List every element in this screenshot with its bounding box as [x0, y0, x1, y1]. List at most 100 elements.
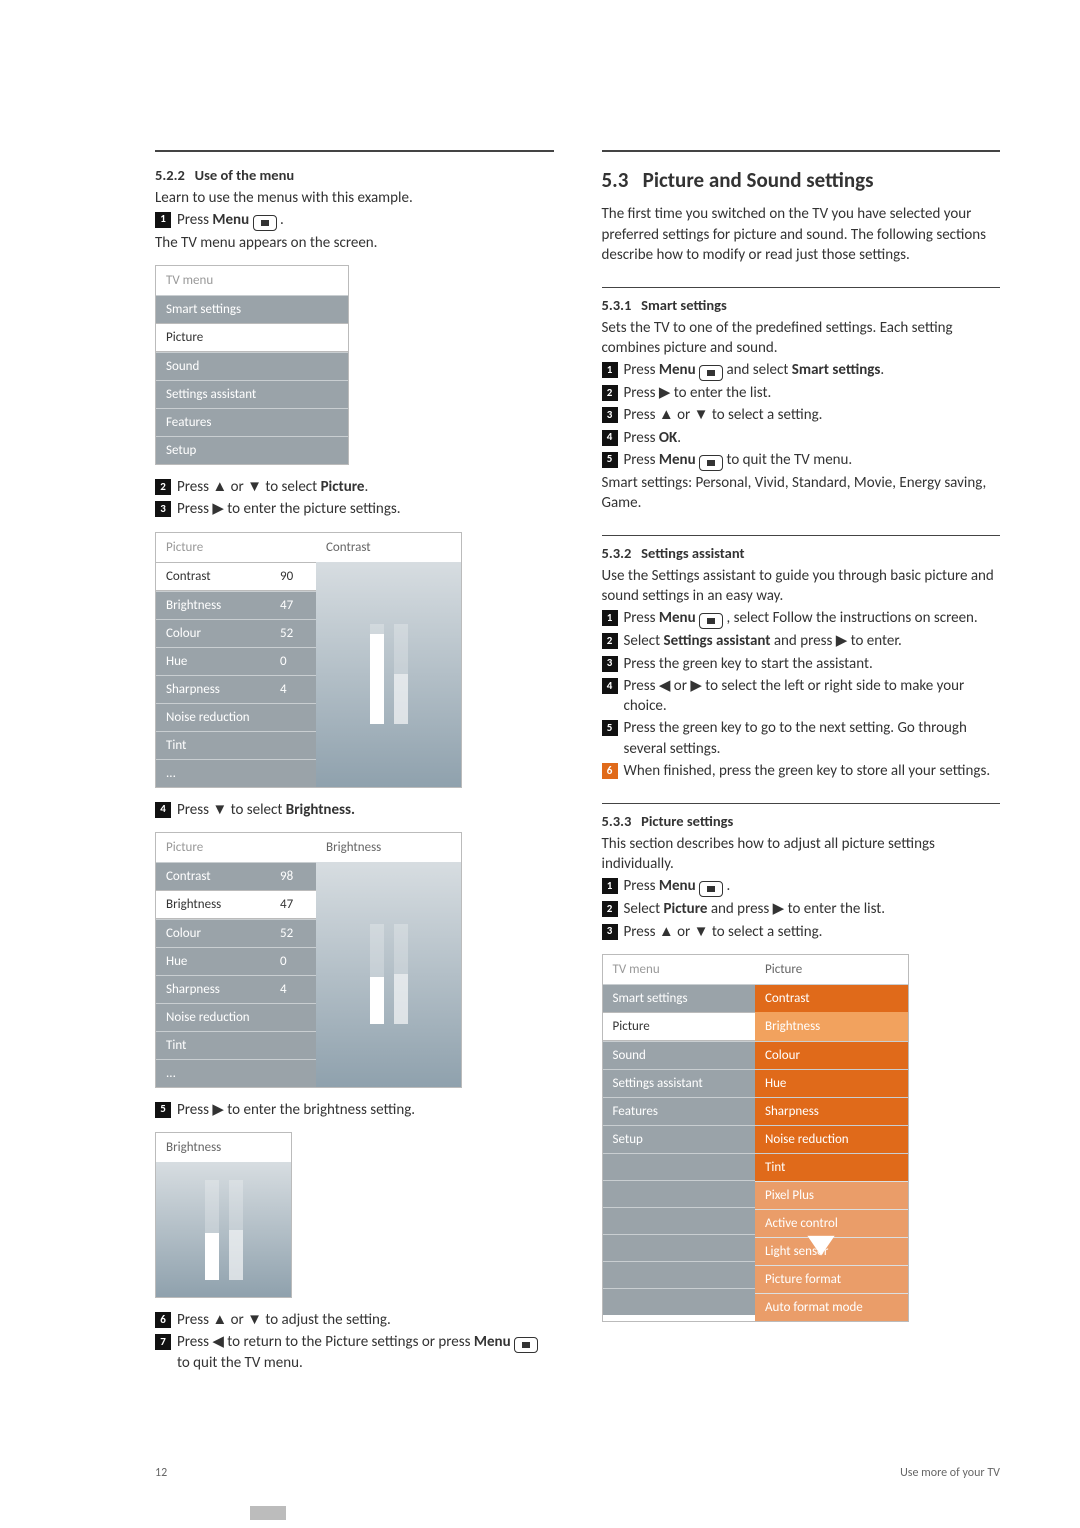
tv-menu-item[interactable]: Smart settings [156, 295, 348, 323]
step-badge-1: 1 [602, 362, 618, 378]
tv-menu-item-empty [603, 1153, 756, 1180]
step-badge-7: 7 [155, 1334, 171, 1350]
step-text: Press the green key to start the assista… [624, 654, 1001, 674]
step-text: Press ◀ or ▶ to select the left or right… [624, 676, 1001, 717]
step-text: Select Settings assistant and press ▶ to… [624, 631, 1001, 651]
setting-row[interactable]: Hue0 [156, 647, 316, 675]
tv-menu-item-selected[interactable]: Picture [156, 323, 348, 352]
tv-menu-item[interactable]: Features [156, 408, 348, 436]
menu-icon [699, 365, 723, 381]
section-intro: Sets the TV to one of the predefined set… [602, 318, 1001, 359]
picture-item[interactable]: Noise reduction [755, 1125, 908, 1153]
tv-menu-item-empty [603, 1207, 756, 1234]
setting-row[interactable]: Sharpness4 [156, 975, 316, 1003]
setting-row-selected[interactable]: Contrast90 [156, 562, 316, 591]
level-bar-current[interactable] [205, 1180, 219, 1280]
tv-menu-title: TV menu [156, 266, 348, 295]
picture-item-selected[interactable]: Brightness [755, 1012, 908, 1041]
section-intro: The first time you switched on the TV yo… [602, 204, 1001, 265]
picture-item[interactable]: Sharpness [755, 1097, 908, 1125]
setting-row[interactable]: Noise reduction [156, 703, 316, 731]
picture-item[interactable]: Tint [755, 1153, 908, 1181]
step-1: 1Press Menu , select Follow the instruct… [602, 608, 1001, 629]
setting-row[interactable]: Tint [156, 731, 316, 759]
step-text: Press OK. [624, 428, 1001, 448]
level-bar-reference [394, 924, 408, 1024]
setting-row[interactable]: Hue0 [156, 947, 316, 975]
picture-submenu-col: Picture Contrast Brightness Colour Hue S… [755, 955, 908, 1321]
step-2: 2Select Picture and press ▶ to enter the… [602, 899, 1001, 919]
step-3: 3Press the green key to start the assist… [602, 654, 1001, 674]
setting-row[interactable]: Sharpness4 [156, 675, 316, 703]
picture-item[interactable]: Active control [755, 1209, 908, 1237]
setting-row[interactable]: Contrast98 [156, 862, 316, 890]
tv-menu-item[interactable]: Features [603, 1097, 756, 1125]
step-text: Press Menu and select Smart settings. [624, 360, 1001, 381]
step-7: 7 Press ◀ to return to the Picture setti… [155, 1332, 554, 1373]
tv-menu-item[interactable]: Sound [156, 352, 348, 380]
step-badge-3: 3 [155, 501, 171, 517]
step-badge-2: 2 [155, 479, 171, 495]
tv-menu-item[interactable]: Settings assistant [156, 380, 348, 408]
step-text: Press the green key to go to the next se… [624, 718, 1001, 759]
step-text: Press ▶ to enter the list. [624, 383, 1001, 403]
step-1: 1 Press Menu . [155, 210, 554, 231]
level-bars [316, 862, 461, 1087]
picture-item[interactable]: Auto format mode [755, 1293, 908, 1321]
step-3: 3 Press ▶ to enter the picture settings. [155, 499, 554, 519]
tv-menu-item[interactable]: Settings assistant [603, 1069, 756, 1097]
setting-row[interactable]: Brightness47 [156, 591, 316, 619]
section-number: 5.3.1 [602, 296, 632, 314]
step-4: 4Press OK. [602, 428, 1001, 448]
smart-settings-list: Smart settings: Personal, Vivid, Standar… [602, 473, 1001, 514]
section-title: Settings assistant [641, 544, 744, 562]
section-title: Smart settings [641, 296, 727, 314]
step-badge-1: 1 [155, 212, 171, 228]
tv-menu-item[interactable]: Setup [603, 1125, 756, 1153]
step-badge-6-orange: 6 [602, 763, 618, 779]
picture-item[interactable]: Picture format [755, 1265, 908, 1293]
right-column: 5.3 Picture and Sound settings The first… [602, 150, 1001, 1376]
section-intro: Learn to use the menus with this example… [155, 188, 554, 208]
level-bar-current[interactable] [370, 924, 384, 1024]
step-1: 1Press Menu . [602, 876, 1001, 897]
divider [602, 535, 1001, 536]
section-number: 5.3 [602, 167, 629, 193]
step-badge-4: 4 [602, 678, 618, 694]
panel-title-right: Contrast [316, 533, 461, 562]
tv-menu-item-selected[interactable]: Picture [603, 1012, 756, 1041]
step-text: Press Menu to quit the TV menu. [624, 450, 1001, 471]
section-title: Use of the menu [195, 166, 295, 184]
step-2: 2Press ▶ to enter the list. [602, 383, 1001, 403]
step-badge-1: 1 [602, 878, 618, 894]
section-intro: This section describes how to adjust all… [602, 834, 1001, 875]
section-5-2-2-heading: 5.2.2 Use of the menu [155, 166, 554, 186]
tv-menu-item[interactable]: Sound [603, 1041, 756, 1069]
panel-title-left: TV menu [603, 955, 756, 984]
picture-item[interactable]: Colour [755, 1041, 908, 1069]
bar-column: Brightness [316, 833, 461, 1087]
setting-row[interactable]: Tint [156, 1031, 316, 1059]
step-6: 6When finished, press the green key to s… [602, 761, 1001, 781]
menu-icon [514, 1337, 538, 1353]
brightness-panel: Brightness [155, 1132, 292, 1298]
setting-row-selected[interactable]: Brightness47 [156, 890, 316, 919]
section-5-3-2-heading: 5.3.2 Settings assistant [602, 544, 1001, 564]
picture-item[interactable]: Contrast [755, 984, 908, 1012]
setting-row[interactable]: Noise reduction [156, 1003, 316, 1031]
picture-item[interactable]: Pixel Plus [755, 1181, 908, 1209]
tv-menu-item-empty [603, 1288, 756, 1315]
tv-menu-item[interactable]: Setup [156, 436, 348, 464]
setting-row-more[interactable]: ... [156, 759, 316, 787]
setting-row[interactable]: Colour52 [156, 919, 316, 947]
section-number: 5.2.2 [155, 166, 185, 184]
level-bar-current[interactable] [370, 624, 384, 724]
step-text: Press ▲ or ▼ to select a setting. [624, 405, 1001, 425]
step-1: 1 Press Menu and select Smart settings. [602, 360, 1001, 381]
setting-row-more[interactable]: ... [156, 1059, 316, 1087]
step-badge-1: 1 [602, 610, 618, 626]
panel-title: Brightness [156, 1133, 291, 1162]
setting-row[interactable]: Colour52 [156, 619, 316, 647]
picture-item[interactable]: Hue [755, 1069, 908, 1097]
tv-menu-item[interactable]: Smart settings [603, 984, 756, 1012]
